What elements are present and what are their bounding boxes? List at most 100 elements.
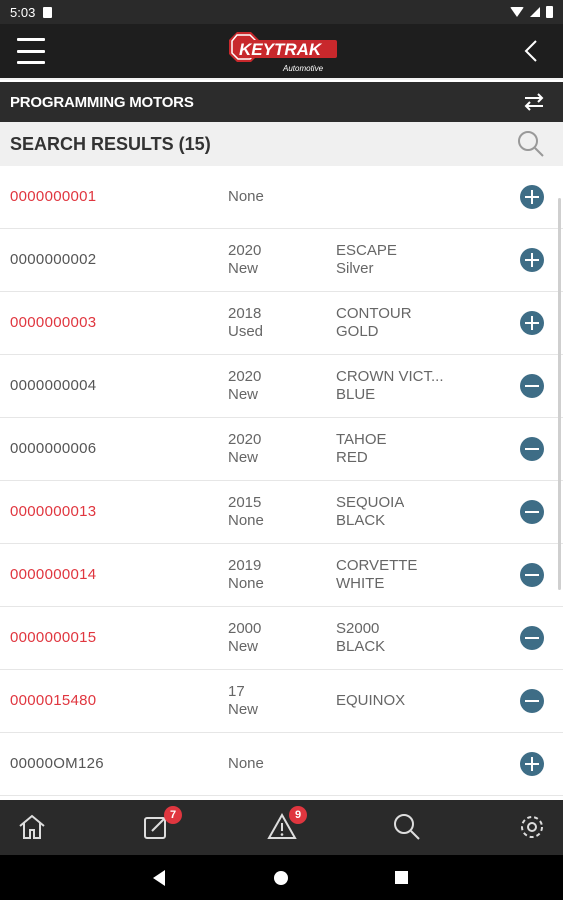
search-icon[interactable] (517, 130, 545, 158)
result-code[interactable]: 0000000004 (10, 377, 96, 394)
result-condition: New (228, 386, 259, 403)
section-bar: PROGRAMMING MOTORS (0, 82, 563, 122)
result-color: BLUE (336, 386, 376, 403)
result-condition: New (228, 638, 259, 655)
system-navigation-bar (0, 855, 563, 900)
scrollbar[interactable] (558, 198, 561, 590)
add-circle-icon[interactable] (520, 311, 544, 335)
result-row[interactable]: 0000015480 17 New EQUINOX (0, 670, 563, 733)
result-row[interactable]: 0000000006 2020 New TAHOE RED (0, 418, 563, 481)
result-color: Silver (336, 260, 374, 277)
add-circle-icon[interactable] (520, 752, 544, 776)
home-icon (19, 814, 45, 839)
result-year: 2015 (228, 494, 262, 511)
battery-icon (546, 6, 553, 18)
result-model: EQUINOX (336, 692, 406, 709)
keytrak-logo: KEYTRAK Automotive (229, 32, 337, 73)
result-row[interactable]: 0000000014 2019 None CORVETTE WHITE (0, 544, 563, 607)
result-code[interactable]: 0000000015 (10, 629, 96, 646)
add-circle-icon[interactable] (520, 248, 544, 272)
result-color: WHITE (336, 575, 385, 592)
result-model: CORVETTE (336, 557, 418, 574)
logo-text: KEYTRAK (239, 40, 323, 59)
result-code[interactable]: 0000000014 (10, 566, 96, 583)
system-home-icon[interactable] (274, 871, 288, 885)
result-condition: New (228, 260, 259, 277)
cell-signal-icon (530, 7, 540, 17)
remove-circle-icon[interactable] (520, 689, 544, 713)
nav-settings[interactable] (517, 812, 547, 842)
result-year: 2000 (228, 620, 262, 637)
nav-alerts[interactable]: 9 (267, 806, 307, 842)
result-model: CROWN VICT... (336, 368, 444, 385)
system-back-icon[interactable] (153, 870, 165, 886)
alerts-badge: 9 (289, 806, 307, 824)
result-row[interactable]: 0000000002 2020 New ESCAPE Silver (0, 229, 563, 292)
result-model-color: TAHOE RED (336, 431, 387, 467)
result-year-condition: 2020 New (228, 368, 261, 404)
result-year-condition: 2019 None (228, 557, 264, 593)
status-icons (510, 6, 553, 18)
result-model-color: CROWN VICT... BLUE (336, 368, 444, 404)
result-row[interactable]: 0000000013 2015 None SEQUOIA BLACK (0, 481, 563, 544)
nav-search[interactable] (392, 812, 422, 842)
result-code[interactable]: 0000000006 (10, 440, 96, 457)
result-model-color: CORVETTE WHITE (336, 557, 417, 593)
result-year-condition: 2020 New (228, 431, 261, 467)
result-model: SEQUOIA (336, 494, 405, 511)
result-model-color: CONTOUR GOLD (336, 305, 412, 341)
remove-circle-icon[interactable] (520, 626, 544, 650)
nav-tasks[interactable]: 7 (142, 806, 182, 842)
result-color: BLACK (336, 638, 386, 655)
result-row[interactable]: 0000000004 2020 New CROWN VICT... BLUE (0, 355, 563, 418)
result-condition: Used (228, 323, 264, 340)
system-recents-icon[interactable] (395, 871, 408, 884)
result-model-color: SEQUOIA BLACK (336, 494, 404, 530)
result-code[interactable]: 0000000013 (10, 503, 96, 520)
result-year: 17 (228, 683, 245, 700)
search-results-header: SEARCH RESULTS (15) (0, 122, 563, 166)
result-row[interactable]: 0000000001 None (0, 166, 563, 229)
result-year: 2020 (228, 431, 262, 448)
status-time: 5:03 (10, 4, 36, 20)
result-model: S2000 (336, 620, 380, 637)
result-model-color: EQUINOX (336, 692, 405, 710)
result-year-condition: None (228, 188, 264, 206)
app-header: KEYTRAK Automotive (0, 24, 563, 80)
result-year-condition: 2000 New (228, 620, 261, 656)
bottom-nav: 7 9 (0, 800, 563, 855)
result-code[interactable]: 0000000002 (10, 251, 96, 268)
result-year-condition: None (228, 755, 264, 773)
result-row[interactable]: 0000000015 2000 New S2000 BLACK (0, 607, 563, 670)
add-circle-icon[interactable] (520, 185, 544, 209)
tasks-badge: 7 (164, 806, 182, 824)
status-bar: 5:03 (0, 0, 563, 24)
remove-circle-icon[interactable] (520, 374, 544, 398)
back-chevron-icon[interactable] (521, 40, 541, 62)
swap-arrows-icon[interactable] (523, 92, 545, 112)
result-year: 2018 (228, 305, 262, 322)
result-code[interactable]: 0000000001 (10, 188, 96, 205)
result-code[interactable]: 0000015480 (10, 692, 96, 709)
result-condition: None (228, 575, 264, 592)
result-year-condition: 2018 Used (228, 305, 263, 341)
result-code[interactable]: 00000OM126 (10, 755, 104, 772)
result-year-condition: 17 New (228, 683, 258, 719)
wifi-icon (510, 7, 524, 17)
result-row[interactable]: 0000000003 2018 Used CONTOUR GOLD (0, 292, 563, 355)
remove-circle-icon[interactable] (520, 437, 544, 461)
result-row[interactable]: 00000OM126 None (0, 733, 563, 796)
logo-subtext: Automotive (282, 64, 324, 73)
result-model-color: S2000 BLACK (336, 620, 385, 656)
nav-home[interactable] (17, 812, 47, 842)
hamburger-menu-icon[interactable] (17, 38, 45, 64)
remove-circle-icon[interactable] (520, 563, 544, 587)
result-code[interactable]: 0000000003 (10, 314, 96, 331)
remove-circle-icon[interactable] (520, 500, 544, 524)
result-model: CONTOUR (336, 305, 412, 322)
result-year-condition: 2020 New (228, 242, 261, 278)
result-year: 2019 (228, 557, 262, 574)
settings-gear-icon (521, 816, 543, 838)
search-icon (394, 814, 420, 840)
result-condition: New (228, 701, 259, 718)
